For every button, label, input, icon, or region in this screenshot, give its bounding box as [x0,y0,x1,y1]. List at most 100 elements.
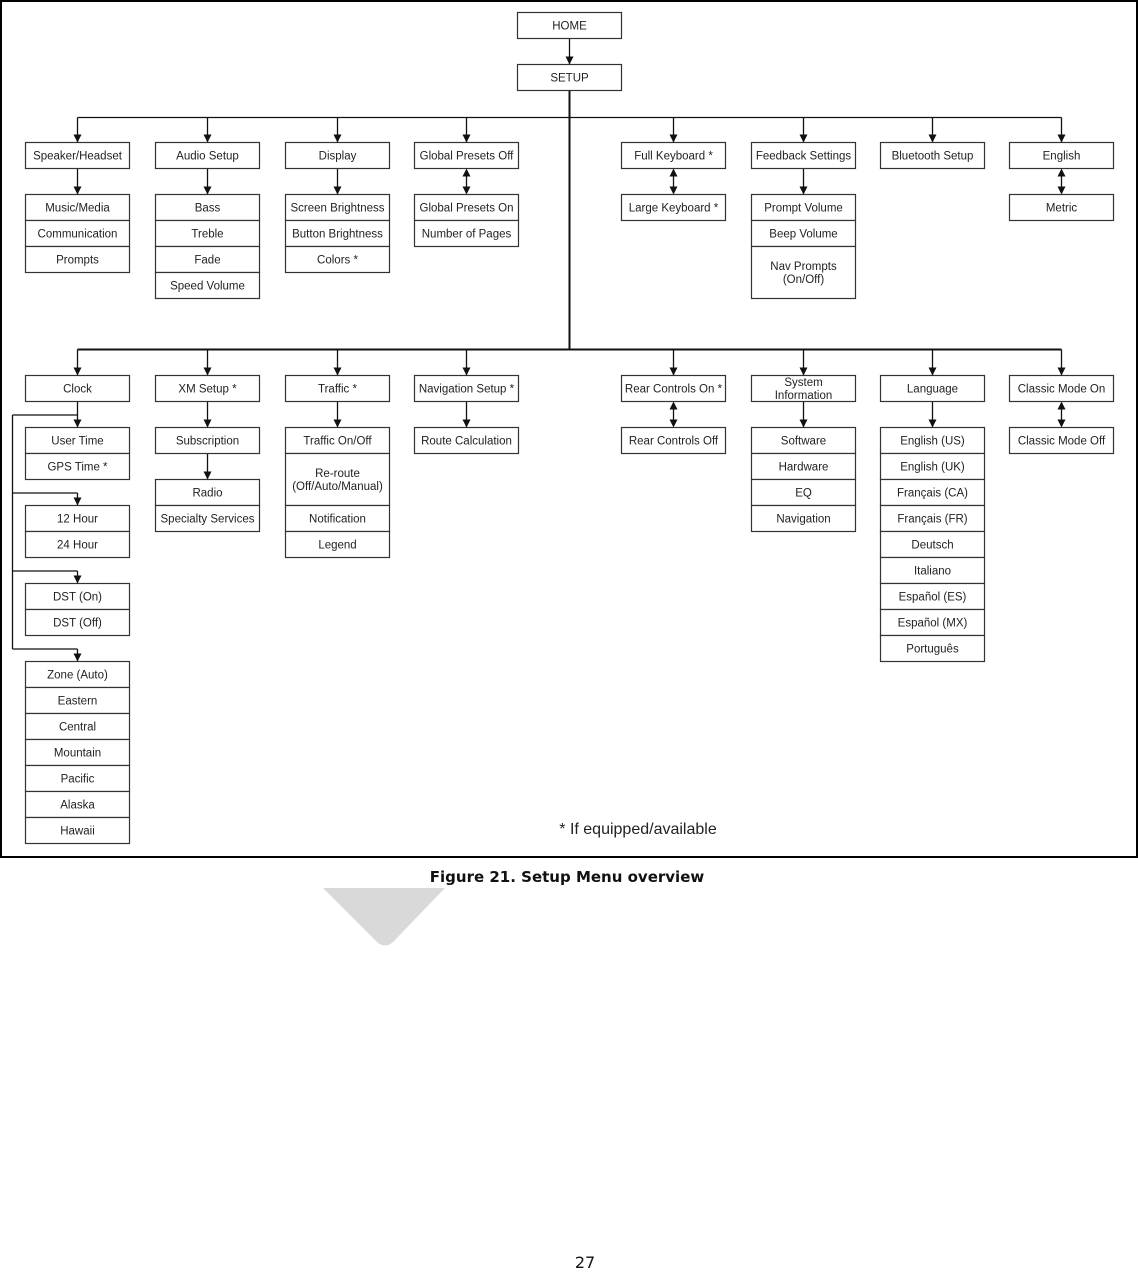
menu-item-music-media[interactable]: Music/Media [24,193,131,222]
menu-item-legend[interactable]: Legend [284,530,391,559]
node-xm[interactable]: XM Setup * [154,374,261,403]
node-setup[interactable]: SETUP [516,63,623,92]
menu-item-button-brightness[interactable]: Button Brightness [284,219,391,248]
menu-item-speed-volume[interactable]: Speed Volume [154,271,261,300]
menu-item-colors[interactable]: Colors * [284,245,391,274]
menu-item-screen-brightness[interactable]: Screen Brightness [284,193,391,222]
node-label-line: Zone (Auto) [47,670,108,682]
menu-item-zone-auto[interactable]: Zone (Auto) [24,660,131,689]
menu-item-alaska[interactable]: Alaska [24,790,131,819]
menu-item-route-calculation[interactable]: Route Calculation [413,426,520,455]
menu-item-global-presets-on[interactable]: Global Presets On [413,193,520,222]
menu-item-hawaii[interactable]: Hawaii [24,816,131,845]
menu-item-nav-prompts-on-off[interactable]: Nav Prompts (On/Off) [750,245,857,300]
node-label-line: Legend [318,540,356,552]
node-label: Navigation [776,514,830,526]
node-label: Hawaii [60,826,95,838]
node-label-line: Feedback Settings [756,151,852,163]
node-label-line: Large Keyboard * [629,203,719,215]
menu-item-english-us[interactable]: English (US) [879,426,986,455]
node-display[interactable]: Display [284,141,391,170]
node-classic-mode[interactable]: Classic Mode On [1008,374,1115,403]
menu-item-espa-ol-es[interactable]: Español (ES) [879,582,986,611]
menu-item-pacific[interactable]: Pacific [24,764,131,793]
node-label: Language [907,384,958,396]
menu-item-hardware[interactable]: Hardware [750,452,857,481]
node-label: Speed Volume [170,281,245,293]
node-label: Route Calculation [421,436,512,448]
menu-item-classic-mode-off[interactable]: Classic Mode Off [1008,426,1115,455]
menu-item-beep-volume[interactable]: Beep Volume [750,219,857,248]
menu-item-specialty-services[interactable]: Specialty Services [154,504,261,533]
menu-item-12-hour[interactable]: 12 Hour [24,504,131,533]
menu-item-radio[interactable]: Radio [154,478,261,507]
menu-item-dst-off[interactable]: DST (Off) [24,608,131,637]
menu-item-large-keyboard[interactable]: Large Keyboard * [620,193,727,222]
menu-item-english-uk[interactable]: English (UK) [879,452,986,481]
setup-menu-diagram-frame: HOME SETUP Speaker/Headset Music/Media Commu… [0,0,1138,858]
node-keyboard[interactable]: Full Keyboard * [620,141,727,170]
menu-item-eastern[interactable]: Eastern [24,686,131,715]
menu-item-central[interactable]: Central [24,712,131,741]
menu-item-eq[interactable]: EQ [750,478,857,507]
node-clock[interactable]: Clock [24,374,131,403]
node-label-line: Navigation [776,514,830,526]
node-label-line: Eastern [58,696,98,708]
menu-item-24-hour[interactable]: 24 Hour [24,530,131,559]
menu-item-metric[interactable]: Metric [1008,193,1115,222]
node-speaker[interactable]: Speaker/Headset [24,141,131,170]
menu-item-mountain[interactable]: Mountain [24,738,131,767]
menu-item-prompts[interactable]: Prompts [24,245,131,274]
node-label: Clock [63,384,92,396]
menu-item-fade[interactable]: Fade [154,245,261,274]
node-system-info[interactable]: System Information [750,374,857,403]
menu-item-user-time[interactable]: User Time [24,426,131,455]
node-units[interactable]: English [1008,141,1115,170]
node-label: Display [319,151,357,163]
node-label-line: Software [781,436,826,448]
node-label-line: Traffic * [318,384,358,396]
node-label: Software [781,436,826,448]
menu-item-navigation[interactable]: Navigation [750,504,857,533]
menu-item-number-of-pages[interactable]: Number of Pages [413,219,520,248]
node-traffic[interactable]: Traffic * [284,374,391,403]
menu-item-italiano[interactable]: Italiano [879,556,986,585]
menu-item-fran-ais-fr[interactable]: Français (FR) [879,504,986,533]
menu-item-re-route-off-auto-manual[interactable]: Re-route (Off/Auto/Manual) [284,452,391,507]
node-home[interactable]: HOME [516,11,623,40]
menu-item-treble[interactable]: Treble [154,219,261,248]
menu-item-portugu-s[interactable]: Português [879,634,986,663]
node-label: Français (FR) [897,514,967,526]
node-label-line: SETUP [550,73,589,85]
node-label: Speaker/Headset [33,151,123,163]
node-bluetooth[interactable]: Bluetooth Setup [879,141,986,170]
menu-item-deutsch[interactable]: Deutsch [879,530,986,559]
menu-item-bass[interactable]: Bass [154,193,261,222]
node-label: Legend [318,540,356,552]
menu-item-rear-controls-off[interactable]: Rear Controls Off [620,426,727,455]
node-global-presets[interactable]: Global Presets Off [413,141,520,170]
node-audio[interactable]: Audio Setup [154,141,261,170]
menu-item-fran-ais-ca[interactable]: Français (CA) [879,478,986,507]
node-label: Zone (Auto) [47,670,108,682]
node-feedback[interactable]: Feedback Settings [750,141,857,170]
node-navigation[interactable]: Navigation Setup * [413,374,520,403]
menu-item-software[interactable]: Software [750,426,857,455]
menu-item-notification[interactable]: Notification [284,504,391,533]
page-number-text: 27 [574,1253,596,1272]
node-label: Subscription [176,436,239,448]
node-language[interactable]: Language [879,374,986,403]
menu-item-dst-on[interactable]: DST (On) [24,582,131,611]
menu-item-gps-time[interactable]: GPS Time * [24,452,131,481]
menu-item-espa-ol-mx[interactable]: Español (MX) [879,608,986,637]
node-label: Music/Media [45,203,110,215]
node-label: Classic Mode Off [1018,436,1106,448]
menu-item-subscription[interactable]: Subscription [154,426,261,455]
node-label: Prompt Volume [764,203,843,215]
menu-item-traffic-on-off[interactable]: Traffic On/Off [284,426,391,455]
node-label-line: Speed Volume [170,281,245,293]
menu-item-communication[interactable]: Communication [24,219,131,248]
node-label: Notification [309,514,366,526]
menu-item-prompt-volume[interactable]: Prompt Volume [750,193,857,222]
node-rear-controls[interactable]: Rear Controls On * [620,374,727,403]
